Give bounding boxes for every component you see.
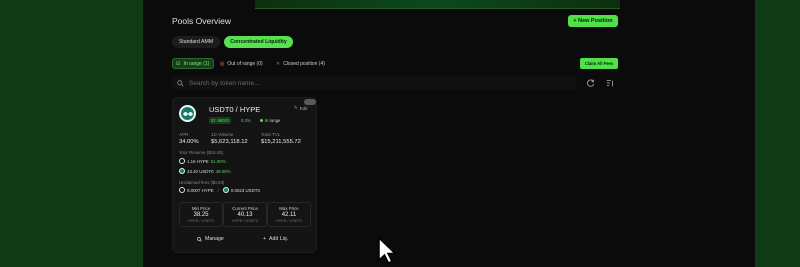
max-price-value: 42.11 xyxy=(281,212,297,218)
filter-in-range[interactable]: ☑ In range (1) xyxy=(172,58,214,69)
max-price-unit: HYPE / USDT0 xyxy=(276,219,302,223)
current-price-box: Current Price 40.13 HYPE / USDT0 xyxy=(223,202,267,227)
plus-icon: + xyxy=(263,236,267,242)
token-logo-icon xyxy=(179,105,196,122)
position-id-badge: ID: 96002 xyxy=(209,117,232,124)
search-icon xyxy=(177,74,184,92)
check-icon: ☑ xyxy=(176,60,181,67)
sort-icon[interactable] xyxy=(605,78,615,88)
hype-token-icon xyxy=(179,187,185,193)
refresh-icon[interactable] xyxy=(586,78,596,88)
add-liquidity-button[interactable]: + Add Liq. xyxy=(263,236,288,242)
range-status-label: In range xyxy=(265,118,281,123)
pair-name: USDT0 / HYPE xyxy=(209,105,261,114)
hero-banner xyxy=(255,0,620,9)
reserve-label: Your Reserve ($19.45) xyxy=(179,150,224,155)
new-position-button[interactable]: + New Position xyxy=(568,15,618,27)
reserve-usd-row: 33.40 USDT0 49.00% xyxy=(179,168,231,174)
tab-standard-amm[interactable]: Standard AMM xyxy=(172,36,220,48)
claim-all-fees-button[interactable]: Claim All Fees xyxy=(580,58,618,69)
volume-value: $5,623,118.12 xyxy=(211,139,248,145)
fee-separator: / xyxy=(217,187,219,193)
manage-label: Manage xyxy=(205,236,224,242)
max-price-box: Max Price 42.11 HYPE / USDT0 xyxy=(267,202,311,227)
fee-usd-amount: 0.0023 USDT0 xyxy=(230,187,260,193)
page-title: Pools Overview xyxy=(172,16,232,26)
search-input[interactable] xyxy=(189,79,549,87)
range-status-badge: In range xyxy=(258,117,282,124)
status-dot-icon xyxy=(260,119,263,122)
mouse-cursor-icon xyxy=(378,236,398,267)
volume-label: 1D Volume xyxy=(211,132,234,137)
tvl-value: $15,211,555.72 xyxy=(261,139,301,145)
search-icon xyxy=(197,236,202,242)
current-price-label: Current Price xyxy=(232,206,258,211)
edit-label: Edit xyxy=(299,105,308,111)
current-price-unit: HYPE / USDT0 xyxy=(232,219,258,223)
apr-label: APR xyxy=(179,132,189,137)
reserve-hype-amount: 1.16 HYPE xyxy=(187,158,209,164)
apr-value: 34.00% xyxy=(179,139,199,145)
circle-icon: ◎ xyxy=(220,60,225,67)
x-icon: ✕ xyxy=(276,60,281,67)
min-price-value: 38.25 xyxy=(193,212,209,218)
unclaimed-fees-label: Unclaimed fees ($0.03) xyxy=(179,180,225,185)
reserve-hype-pct: 51.00% xyxy=(210,158,226,164)
manage-button[interactable]: Manage xyxy=(197,236,224,242)
pencil-icon: ✎ xyxy=(294,105,298,110)
edit-button[interactable]: ✎ Edit xyxy=(294,105,308,111)
filter-out-of-range[interactable]: ◎ Out of range (0) xyxy=(217,58,269,69)
search-bar[interactable] xyxy=(172,76,576,90)
fee-hype-amount: 0.0007 HYPE xyxy=(187,187,214,193)
tab-concentrated-liquidity[interactable]: Concentrated Liquidity xyxy=(224,36,293,48)
usdt0-token-icon xyxy=(222,187,229,193)
min-price-unit: HYPE / USDT0 xyxy=(188,219,214,223)
filter-closed-label: Closed position (4) xyxy=(283,60,325,67)
fee-percent-badge: 0.3% xyxy=(241,118,251,123)
hype-token-icon xyxy=(179,158,185,164)
min-price-box: Min Price 38.25 HYPE / USDT0 xyxy=(179,202,223,227)
max-price-label: Max Price xyxy=(279,206,299,211)
reserve-hype-row: 1.16 HYPE 51.00% xyxy=(179,158,226,164)
reserve-usd-pct: 49.00% xyxy=(215,168,231,174)
filter-closed[interactable]: ✕ Closed position (4) xyxy=(273,58,335,69)
usdt0-token-icon xyxy=(179,168,185,174)
unclaimed-fees-row: 0.0007 HYPE / 0.0023 USDT0 xyxy=(179,187,260,193)
tvl-label: Total TVL xyxy=(261,132,281,137)
filter-out-label: Out of range (0) xyxy=(227,60,263,67)
min-price-label: Min Price xyxy=(191,206,211,211)
reserve-usd-amount: 33.40 USDT0 xyxy=(187,168,214,174)
current-price-value: 40.13 xyxy=(237,212,253,218)
position-card[interactable]: USDT0 / HYPE ✎ Edit ID: 96002 0.3% In ra… xyxy=(172,97,317,253)
add-liquidity-label: Add Liq. xyxy=(269,236,289,242)
filter-in-range-label: In range (1) xyxy=(183,60,210,67)
